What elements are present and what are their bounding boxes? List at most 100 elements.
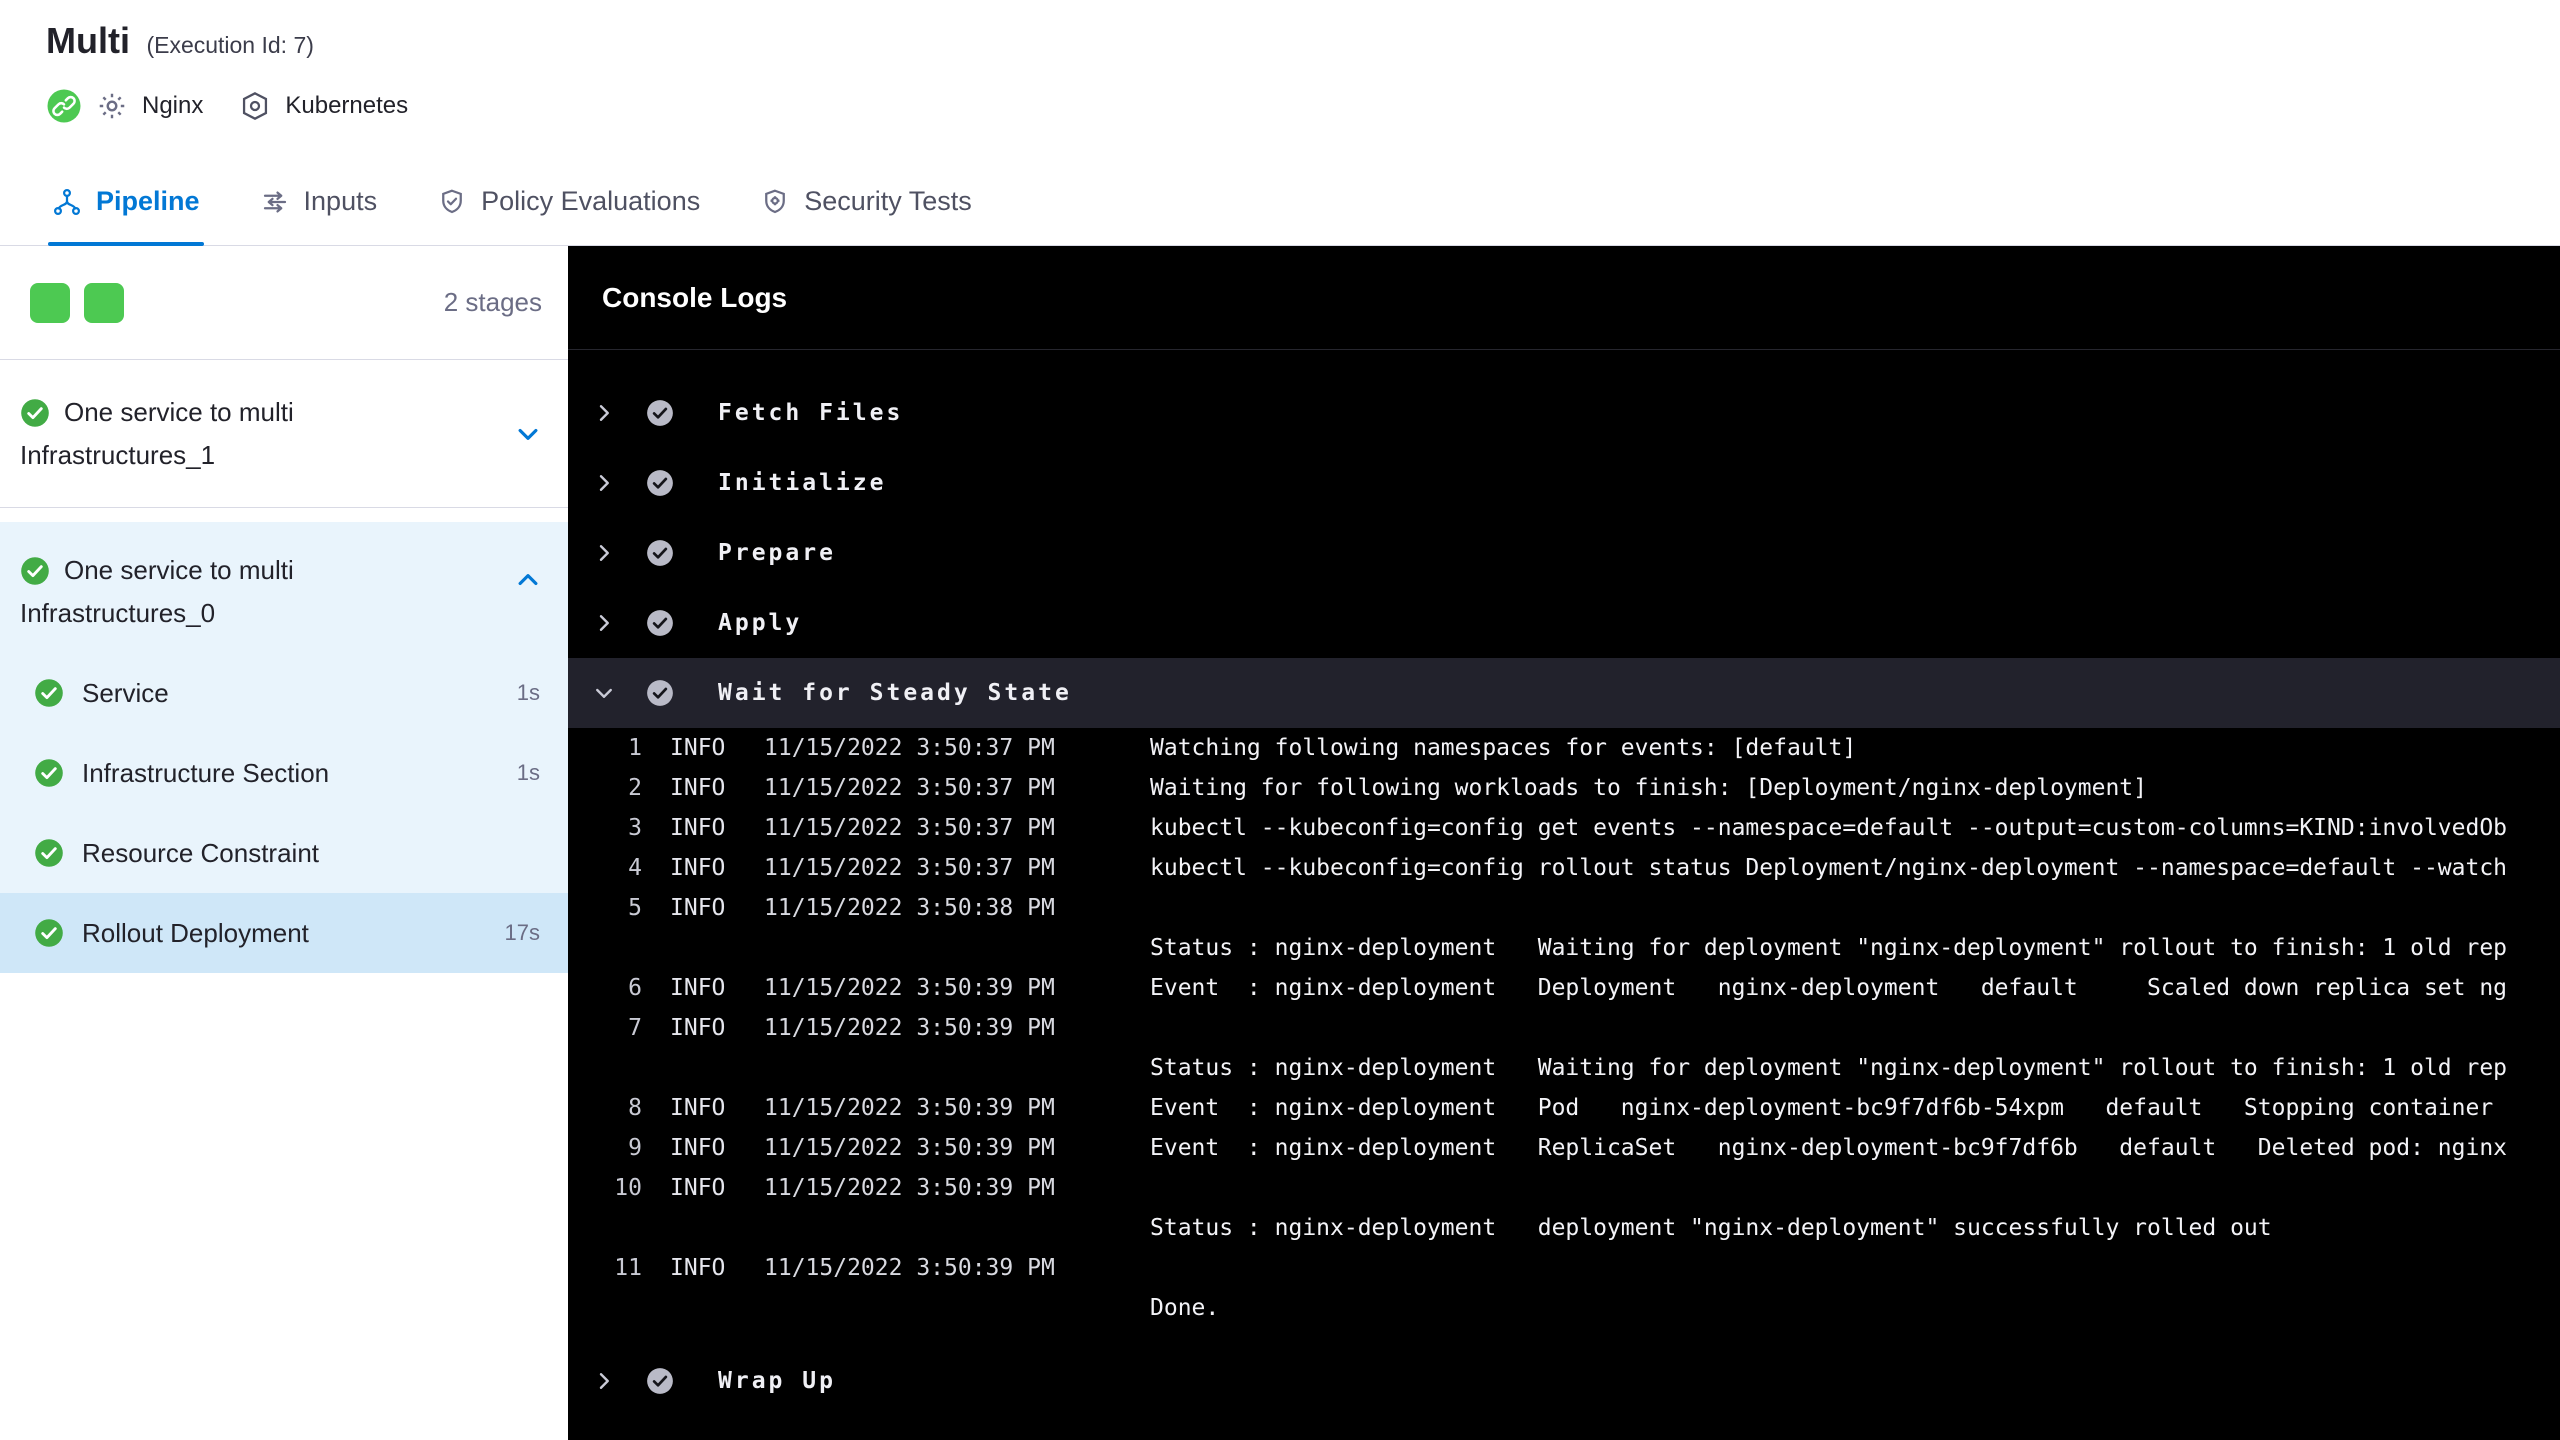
console-step-wrap-up[interactable]: Wrap Up: [568, 1346, 2560, 1416]
sidebar-step-resource-constraint[interactable]: Resource Constraint: [0, 813, 568, 893]
step-label: Rollout Deployment: [82, 917, 309, 948]
console-logs-header: Console Logs: [568, 246, 2560, 350]
console-step-label: Wait for Steady State: [718, 680, 1072, 706]
tab-pipeline[interactable]: Pipeline: [22, 158, 230, 246]
log-level: INFO: [670, 975, 726, 1001]
log-timestamp: 11/15/2022 3:50:39 PM: [764, 1015, 1055, 1041]
policy-evaluations-icon: [437, 187, 467, 217]
step-duration: 1s: [516, 760, 540, 785]
tab-security-tests[interactable]: Security Tests: [730, 158, 1002, 245]
log-timestamp: 11/15/2022 3:50:39 PM: [764, 1175, 1055, 1201]
sidebar-step-infrastructure-section[interactable]: Infrastructure Section 1s: [0, 733, 568, 813]
chevron-down-icon[interactable]: [514, 420, 542, 448]
log-line: 1 INFO 11/15/2022 3:50:37 PM Watching fo…: [568, 728, 2560, 768]
console-logs-title: Console Logs: [602, 281, 788, 313]
log-timestamp: [764, 928, 1116, 968]
tab-inputs[interactable]: Inputs: [230, 158, 408, 245]
console-step-label: Fetch Files: [718, 400, 904, 426]
stage-status-squares: [30, 282, 124, 323]
kubernetes-icon: [239, 90, 271, 122]
tab-label: Pipeline: [96, 186, 200, 216]
log-level: INFO: [670, 1015, 726, 1041]
log-line-number: 10: [614, 1175, 642, 1201]
tab-policy-evaluations[interactable]: Policy Evaluations: [407, 158, 730, 245]
page-title: Multi: [46, 20, 130, 61]
log-line: Done.: [568, 1288, 2560, 1328]
stage-one-service-to-multi-infrastructures-0: One service to multi Infrastructures_0 S…: [0, 522, 568, 973]
console-step-label: Initialize: [718, 470, 887, 496]
console-step-initialize[interactable]: Initialize: [568, 448, 2560, 518]
log-message: kubectl --kubeconfig=config get events -…: [1150, 815, 2508, 841]
chevron-right-icon[interactable]: [592, 1369, 622, 1393]
console-step-label: Apply: [718, 610, 803, 636]
log-level: INFO: [670, 775, 726, 801]
log-message: Event : nginx-deployment Deployment ngin…: [1150, 975, 2508, 1001]
sidebar-step-rollout-deployment[interactable]: Rollout Deployment 17s: [0, 893, 568, 973]
log-message: Status : nginx-deployment Waiting for de…: [1150, 1055, 2508, 1081]
console-body[interactable]: Fetch Files Initialize Prepare Apply Wai…: [568, 350, 2560, 1416]
success-check-icon: [34, 758, 64, 788]
log-message: Watching following namespaces for events…: [1150, 735, 1857, 761]
log-line-number: 8: [628, 1095, 642, 1121]
step-success-icon: [646, 609, 674, 637]
stage-one-service-to-multi-infrastructures-1[interactable]: One service to multi Infrastructures_1: [0, 360, 568, 508]
chevron-right-icon[interactable]: [592, 541, 622, 565]
chevron-right-icon[interactable]: [592, 471, 622, 495]
stage-count: 2 stages: [443, 287, 542, 317]
log-message: kubectl --kubeconfig=config rollout stat…: [1150, 855, 2508, 881]
log-timestamp: [764, 1288, 1116, 1328]
inputs-icon: [260, 187, 290, 217]
console-step-label: Prepare: [718, 540, 836, 566]
log-level: [670, 1208, 740, 1248]
log-level: INFO: [670, 855, 726, 881]
log-line-number: 5: [628, 895, 642, 921]
stage-steps-list: Service 1s Infrastructure Section 1s Res…: [0, 653, 568, 973]
tab-label: Inputs: [303, 186, 378, 216]
log-line: 7 INFO 11/15/2022 3:50:39 PM: [568, 1008, 2560, 1048]
chevron-down-icon[interactable]: [592, 681, 622, 705]
pipeline-execution-page: Multi (Execution Id: 7) Nginx Kubernetes…: [0, 0, 2560, 1440]
log-level: INFO: [670, 895, 726, 921]
stage-status-square: [84, 282, 124, 323]
log-timestamp: 11/15/2022 3:50:37 PM: [764, 855, 1055, 881]
console-step-prepare[interactable]: Prepare: [568, 518, 2560, 588]
log-timestamp: 11/15/2022 3:50:39 PM: [764, 1255, 1055, 1281]
log-timestamp: 11/15/2022 3:50:37 PM: [764, 815, 1055, 841]
stage-header[interactable]: One service to multi Infrastructures_0: [0, 522, 568, 653]
log-timestamp: [764, 1208, 1116, 1248]
sidebar-step-service[interactable]: Service 1s: [0, 653, 568, 733]
console-step-wait-for-steady-state[interactable]: Wait for Steady State: [568, 658, 2560, 728]
log-line-number: 7: [628, 1015, 642, 1041]
log-timestamp: [764, 1048, 1116, 1088]
chevron-up-icon[interactable]: [514, 566, 542, 594]
log-line-number: 2: [628, 775, 642, 801]
chevron-right-icon[interactable]: [592, 401, 622, 425]
log-line-number: 6: [628, 975, 642, 1001]
console-step-fetch-files[interactable]: Fetch Files: [568, 378, 2560, 448]
content-area: 2 stages One service to multi Infrastruc…: [0, 246, 2560, 1440]
success-check-icon: [34, 838, 64, 868]
chevron-right-icon[interactable]: [592, 611, 622, 635]
log-line: Status : nginx-deployment Waiting for de…: [568, 928, 2560, 968]
log-level: INFO: [670, 1095, 726, 1121]
page-header: Multi (Execution Id: 7) Nginx Kubernetes: [0, 0, 2560, 158]
log-timestamp: 11/15/2022 3:50:39 PM: [764, 1095, 1055, 1121]
stage-status-square: [30, 282, 70, 323]
log-line: 9 INFO 11/15/2022 3:50:39 PM Event : ngi…: [568, 1128, 2560, 1168]
log-message: Event : nginx-deployment Pod nginx-deplo…: [1150, 1095, 2494, 1121]
service-icon: [46, 88, 82, 124]
console-step-label: Wrap Up: [718, 1368, 836, 1394]
log-level: [670, 928, 740, 968]
stages-summary: 2 stages: [0, 246, 568, 360]
tab-label: Security Tests: [804, 186, 972, 216]
log-level: [670, 1288, 740, 1328]
title-row: Multi (Execution Id: 7): [46, 20, 2560, 62]
log-line: 2 INFO 11/15/2022 3:50:37 PM Waiting for…: [568, 768, 2560, 808]
log-message: Status : nginx-deployment Waiting for de…: [1150, 935, 2508, 961]
console-step-apply[interactable]: Apply: [568, 588, 2560, 658]
log-line-number: [578, 1288, 642, 1328]
log-line-number: 1: [628, 735, 642, 761]
console-panel: Console Logs Fetch Files Initialize Prep…: [568, 246, 2560, 1440]
step-success-icon: [646, 679, 674, 707]
tab-label: Policy Evaluations: [481, 186, 701, 216]
